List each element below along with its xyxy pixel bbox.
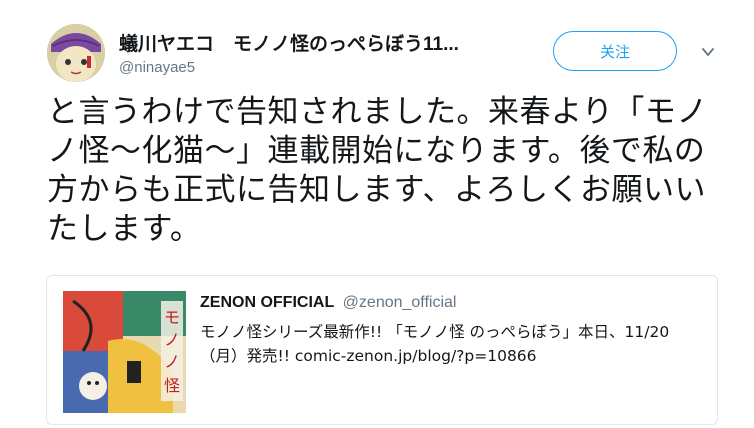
- quote-thumbnail: モ ノ ノ 怪: [63, 291, 186, 413]
- avatar[interactable]: [47, 24, 105, 82]
- svg-text:ノ: ノ: [164, 352, 180, 371]
- svg-text:怪: 怪: [164, 376, 180, 395]
- author-display-name[interactable]: 蟻川ヤエコ モノノ怪のっぺらぼう11...: [119, 29, 459, 56]
- svg-text:モ: モ: [164, 308, 180, 327]
- quote-text: モノノ怪シリーズ最新作!! 「モノノ怪 のっぺらぼう」本日、11/20（月）発売…: [200, 323, 670, 365]
- quote-author-handle[interactable]: @zenon_official: [343, 294, 457, 311]
- quote-header: ZENON OFFICIAL @zenon_official: [200, 294, 456, 312]
- quote-author-name[interactable]: ZENON OFFICIAL: [200, 294, 334, 311]
- tweet-text: と言うわけで告知されました。来春より「モノノ怪〜化猫〜」連載開始になります。後で…: [47, 94, 708, 247]
- svg-text:ノ: ノ: [164, 330, 180, 349]
- avatar-image: [47, 24, 105, 82]
- author-handle[interactable]: @ninayae5: [119, 59, 195, 76]
- chevron-down-icon[interactable]: [700, 44, 716, 60]
- follow-button[interactable]: 关注: [553, 31, 677, 71]
- quoted-tweet-card[interactable]: モ ノ ノ 怪 ZENON OFFICIAL @zenon_official モ…: [46, 275, 718, 425]
